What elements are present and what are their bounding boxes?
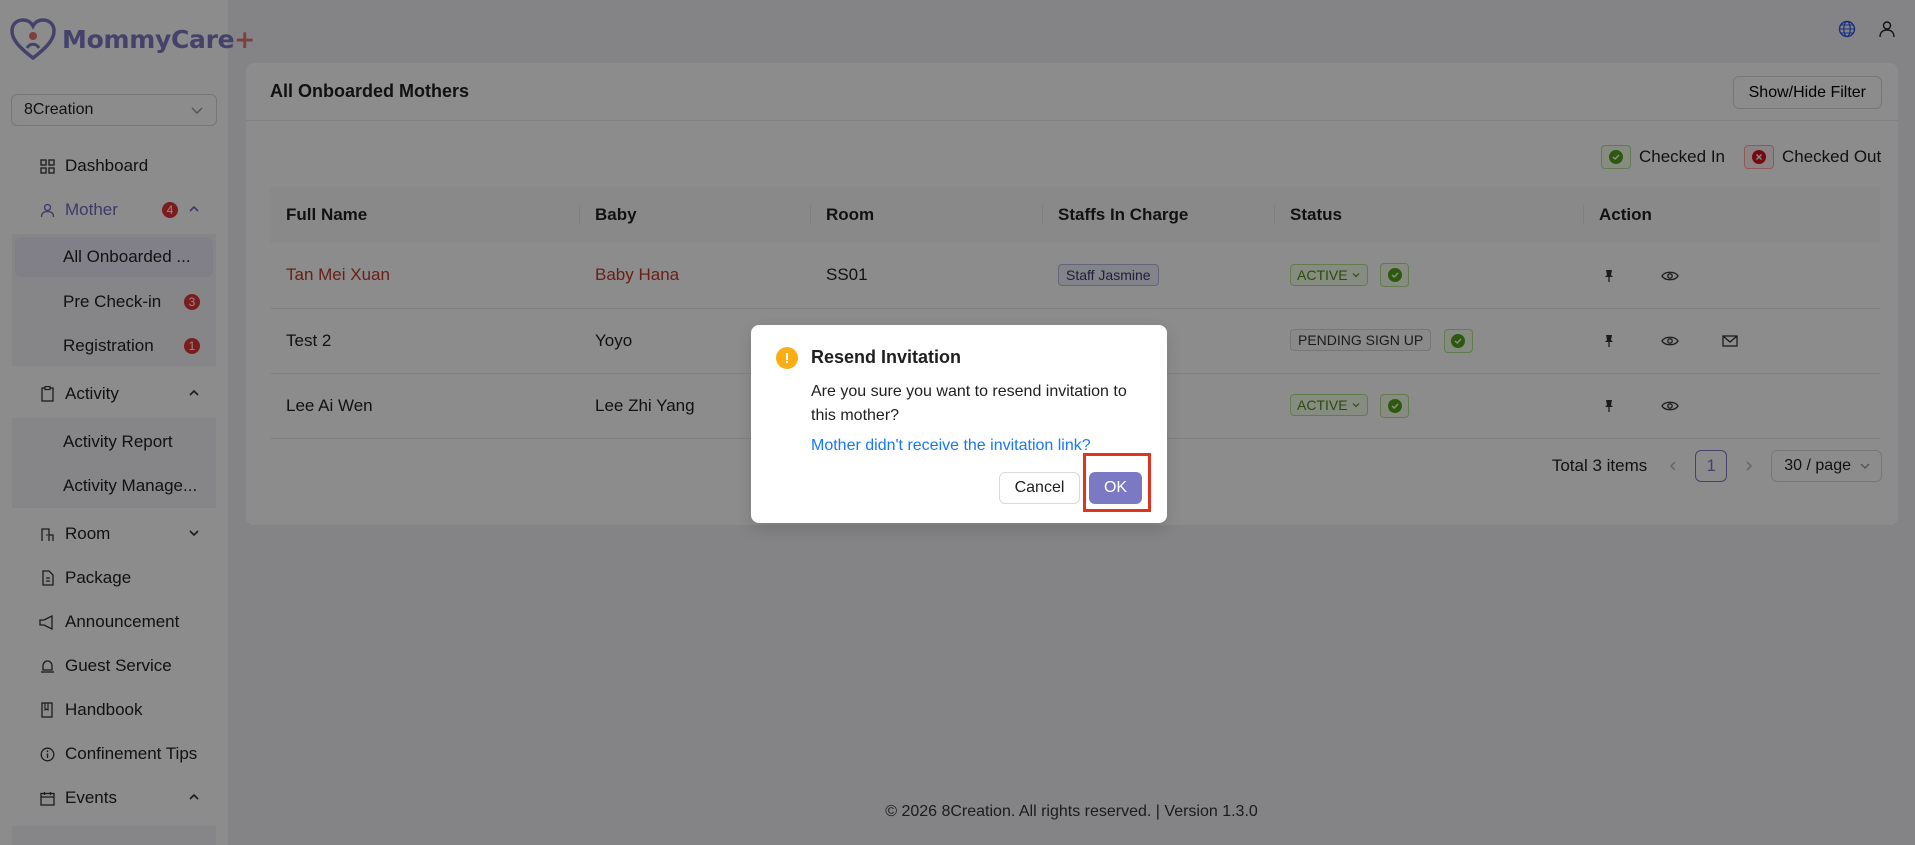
exclamation-icon: !: [776, 347, 798, 369]
resend-invitation-dialog: ! Resend Invitation Are you sure you wan…: [751, 325, 1167, 523]
invitation-link[interactable]: Mother didn't receive the invitation lin…: [811, 437, 1091, 455]
cancel-button[interactable]: Cancel: [999, 472, 1080, 504]
ok-button-highlight: [1083, 453, 1151, 512]
dialog-message: Are you sure you want to resend invitati…: [811, 383, 1127, 424]
dialog-title: Resend Invitation: [811, 347, 962, 367]
